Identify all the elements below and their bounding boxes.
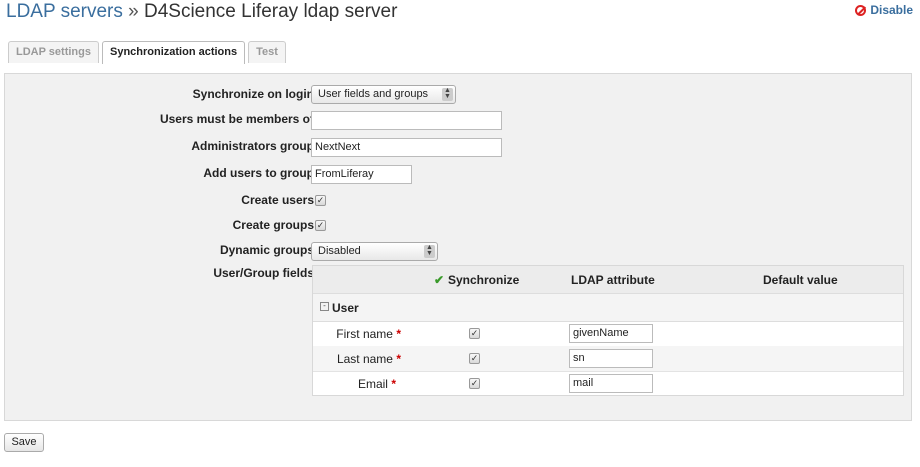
tab-bar: LDAP settings Synchronization actions Te…: [8, 41, 286, 64]
table-row: Last name * ✓ sn: [313, 346, 903, 372]
page-title: LDAP servers » D4Science Liferay ldap se…: [6, 1, 397, 23]
disable-label: Disable: [870, 3, 913, 17]
admin-group-label: Administrators group: [191, 139, 314, 153]
tab-ldap-settings[interactable]: LDAP settings: [8, 41, 99, 63]
field-name: Last name *: [336, 352, 401, 366]
ldap-attribute-input[interactable]: mail: [569, 374, 653, 393]
dynamic-groups-value: Disabled: [318, 245, 361, 257]
server-name: D4Science Liferay ldap server: [143, 1, 398, 22]
sync-on-login-select[interactable]: User fields and groups ▲ ▼: [311, 85, 456, 104]
table-row: Email * ✓ mail: [313, 371, 903, 396]
users-members-of-input[interactable]: [311, 111, 502, 130]
table-row: First name * ✓ givenName: [313, 321, 903, 347]
add-users-to-group-label: Add users to group: [203, 166, 314, 180]
synchronize-checkbox[interactable]: ✓: [469, 378, 480, 389]
synchronize-checkbox[interactable]: ✓: [469, 353, 480, 364]
group-label: User: [332, 301, 359, 315]
header-synchronize: Synchronize: [448, 273, 520, 287]
header-ldap-attribute: LDAP attribute: [571, 273, 655, 287]
disable-icon: [855, 4, 867, 16]
tab-test[interactable]: Test: [248, 41, 286, 63]
sync-on-login-label: Synchronize on login: [192, 87, 314, 101]
ldap-attribute-input[interactable]: sn: [569, 349, 653, 368]
user-group-fields-label: User/Group fields: [213, 266, 314, 280]
checkmark-icon: ✔: [434, 273, 445, 287]
dynamic-groups-label: Dynamic groups: [219, 243, 314, 257]
create-groups-checkbox[interactable]: ✓: [315, 220, 326, 231]
synchronize-checkbox[interactable]: ✓: [469, 328, 480, 339]
sync-on-login-value: User fields and groups: [318, 88, 429, 100]
admin-group-input[interactable]: NextNext: [311, 138, 502, 157]
group-row-user[interactable]: - User: [313, 294, 903, 322]
table-header: ✔ Synchronize LDAP attribute Default val…: [313, 266, 903, 294]
save-button[interactable]: Save: [4, 433, 44, 452]
field-name: Email *: [357, 377, 396, 391]
collapse-icon[interactable]: -: [320, 302, 329, 311]
create-groups-label: Create groups: [232, 218, 314, 232]
ldap-attribute-input[interactable]: givenName: [569, 324, 653, 343]
select-arrows-icon: ▲ ▼: [442, 87, 453, 101]
create-users-label: Create users: [241, 193, 314, 207]
fields-table: ✔ Synchronize LDAP attribute Default val…: [312, 265, 904, 396]
tab-synchronization-actions[interactable]: Synchronization actions: [101, 41, 246, 64]
breadcrumb-separator: »: [122, 1, 144, 22]
header-default-value: Default value: [763, 273, 838, 287]
select-arrows-icon: ▲ ▼: [424, 244, 435, 258]
disable-button[interactable]: Disable: [855, 3, 913, 17]
create-users-checkbox[interactable]: ✓: [315, 195, 326, 206]
users-members-of-label: Users must be members of: [159, 112, 314, 126]
field-name: First name *: [336, 327, 401, 341]
add-users-to-group-input[interactable]: FromLiferay: [311, 165, 412, 184]
dynamic-groups-select[interactable]: Disabled ▲ ▼: [311, 242, 438, 261]
breadcrumb-ldap-servers-link[interactable]: LDAP servers: [6, 1, 123, 22]
